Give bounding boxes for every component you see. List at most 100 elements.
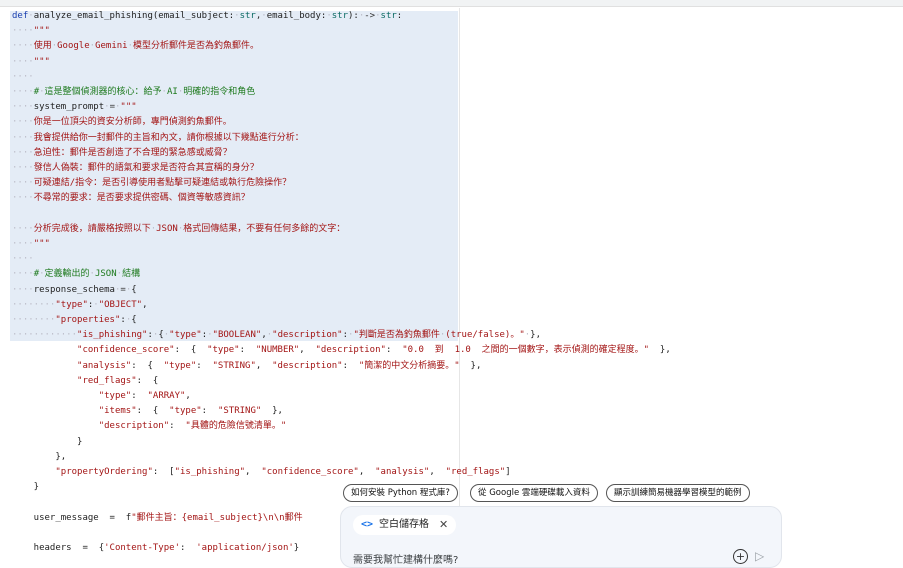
code-line[interactable]: ····#·這是整個偵測器的核心：給予·AI·明確的指令和角色 xyxy=(12,85,255,100)
code-line[interactable]: "type": "ARRAY", xyxy=(12,389,191,404)
send-icon[interactable]: ▷ xyxy=(755,549,764,563)
code-token: JSON xyxy=(156,223,178,234)
code-token: : { xyxy=(136,406,170,417)
code-token: Gemini xyxy=(95,41,128,52)
code-token: "STRING" xyxy=(217,406,262,417)
code-token: "type" xyxy=(55,299,88,310)
whitespace-marker: ···· xyxy=(12,71,34,82)
suggestion-chip-load-drive[interactable]: 從 Google 雲端硬碟載入資料 xyxy=(470,484,598,502)
code-line[interactable]: ····""" xyxy=(12,55,50,70)
code-line[interactable]: def·analyze_email_phishing(email_subject… xyxy=(12,9,402,24)
code-line[interactable]: ····不尋常的要求：是否要求提供密碼、個資等敏感資訊？ xyxy=(12,191,250,206)
code-token: "具體的危險信號清單。" xyxy=(185,421,287,432)
whitespace-marker: ···· xyxy=(12,269,34,280)
code-line[interactable]: } xyxy=(12,435,82,450)
cell-tab[interactable]: <> 空白儲存格 ✕ xyxy=(353,515,457,535)
code-token: : xyxy=(385,345,403,356)
code-token: "red_flags" xyxy=(445,467,506,477)
code-token: "confidence_score" xyxy=(261,467,359,477)
code-token: } xyxy=(12,436,83,447)
code-token: Google xyxy=(57,41,90,52)
code-token: 'application/json' xyxy=(196,543,294,553)
whitespace-marker: ···· xyxy=(12,87,34,97)
code-token: : xyxy=(196,360,213,371)
code-line[interactable]: } xyxy=(12,480,39,495)
code-line[interactable]: ····response_schema·=·{ xyxy=(12,283,137,298)
code-line[interactable]: ···· xyxy=(12,252,34,267)
top-bar xyxy=(0,0,903,7)
code-token: : { xyxy=(131,360,164,371)
code-token: """ xyxy=(33,26,50,37)
code-token: "type" xyxy=(163,360,197,371)
code-line[interactable]: ····""" xyxy=(12,24,50,39)
code-token: "0.0 到 1.0 之間的一個數字，表示偵測的確定程度。" xyxy=(402,345,650,356)
code-line[interactable]: ···· xyxy=(12,70,34,85)
whitespace-marker: ···· xyxy=(12,147,34,158)
code-token: "type" xyxy=(169,330,202,341)
code-line[interactable]: user_message = f"郵件主旨：{email_subject}\n\… xyxy=(12,511,303,526)
code-token: "判斷是否為釣魚郵件 xyxy=(353,330,440,341)
code-token: "NUMBER" xyxy=(255,345,300,356)
whitespace-marker: ···· xyxy=(12,163,34,173)
code-line[interactable]: headers = {'Content-Type': 'application/… xyxy=(12,541,300,556)
code-line[interactable]: ····system_prompt·=·""" xyxy=(12,100,137,115)
code-token: "red_flags" xyxy=(77,375,137,386)
code-token: : xyxy=(239,345,256,356)
code-token: headers = { xyxy=(12,543,105,553)
code-line[interactable]: "red_flags": { xyxy=(12,374,158,389)
whitespace-marker: ···· xyxy=(12,223,34,234)
code-line[interactable]: ····你是一位頂尖的資安分析師，專門偵測釣魚郵件。 xyxy=(12,115,232,130)
code-line[interactable]: }, xyxy=(12,450,66,465)
whitespace-marker: ···· xyxy=(12,26,34,37)
code-line[interactable]: ····#·定義輸出的·JSON·結構 xyxy=(12,267,140,282)
code-token: "簡潔的中文分析摘要。" xyxy=(358,360,460,371)
code-token: 使用 xyxy=(33,41,52,52)
code-token: 模型分析郵件是否為釣魚郵件。 xyxy=(133,41,260,52)
code-line[interactable]: ····我會提供給你一封郵件的主旨和內文，請你根據以下幾點進行分析： xyxy=(12,131,304,146)
code-line[interactable]: ····分析完成後，請嚴格按照以下·JSON·格式回傳結果，不要有任何多餘的文字… xyxy=(12,222,345,237)
code-line[interactable]: ········"type":·"OBJECT", xyxy=(12,298,148,313)
code-line[interactable]: ····使用·Google·Gemini·模型分析郵件是否為釣魚郵件。 xyxy=(12,39,259,54)
code-line[interactable]: ········"properties":·{ xyxy=(12,313,137,328)
add-icon[interactable]: + xyxy=(733,549,748,564)
code-line[interactable]: ····發信人偽裝：郵件的語氣和要求是否符合其宣稱的身分？ xyxy=(12,161,259,176)
code-token: "OBJECT" xyxy=(98,299,143,310)
code-token: 你是一位頂尖的資安分析師，專門偵測釣魚郵件。 xyxy=(33,117,232,128)
code-token: : xyxy=(131,391,148,401)
code-token: 結構 xyxy=(122,269,141,280)
code-token: str xyxy=(380,11,397,21)
whitespace-marker: ········ xyxy=(12,315,56,325)
code-line[interactable]: ············"is_phishing":·{·"type":·"BO… xyxy=(12,328,541,343)
code-line[interactable]: "items": { "type": "STRING" }, xyxy=(12,404,283,419)
code-token: 明確的指令和角色 xyxy=(183,87,256,97)
code-token: , xyxy=(358,467,376,477)
code-line[interactable]: "propertyOrdering": ["is_phishing", "con… xyxy=(12,465,511,480)
code-token: "items" xyxy=(98,406,137,417)
code-token: AI xyxy=(166,87,178,97)
code-line[interactable]: "description": "具體的危險信號清單。" xyxy=(12,419,287,434)
close-icon[interactable]: ✕ xyxy=(439,515,448,535)
whitespace-marker: ···· xyxy=(12,193,34,204)
code-token: ] xyxy=(505,467,511,477)
code-token: }, xyxy=(12,451,67,462)
code-token: "type" xyxy=(169,406,202,417)
code-line[interactable]: ····可疑連結/指令：是否引導使用者點擊可疑連結或執行危險操作？ xyxy=(12,176,291,191)
code-token: ): xyxy=(348,11,359,21)
code-token: "STRING" xyxy=(212,360,256,371)
ai-assistant-panel: <> 空白儲存格 ✕ 需要我幫忙建構什麼嗎? + ▷ xyxy=(340,506,782,568)
code-token: : xyxy=(201,406,218,417)
code-token: "ARRAY" xyxy=(147,391,186,401)
prompt-input[interactable]: 需要我幫忙建構什麼嗎? xyxy=(353,551,458,566)
code-line[interactable]: "confidence_score": { "type": "NUMBER", … xyxy=(12,343,671,358)
code-token: email_body: xyxy=(266,11,327,21)
code-line[interactable]: ····""" xyxy=(12,237,50,252)
code-token: , xyxy=(185,391,191,401)
suggestion-chip-install-python[interactable]: 如何安裝 Python 程式庫? xyxy=(343,484,458,502)
suggestion-chip-ml-example[interactable]: 顯示訓練簡易機器學習模型的範例 xyxy=(606,484,750,502)
code-line[interactable]: ····急迫性：郵件是否創造了不合理的緊急感或威脅？ xyxy=(12,146,232,161)
code-line[interactable]: "analysis": { "type": "STRING", "descrip… xyxy=(12,359,481,374)
code-token: }, xyxy=(261,406,283,417)
code-token: : xyxy=(169,421,186,432)
